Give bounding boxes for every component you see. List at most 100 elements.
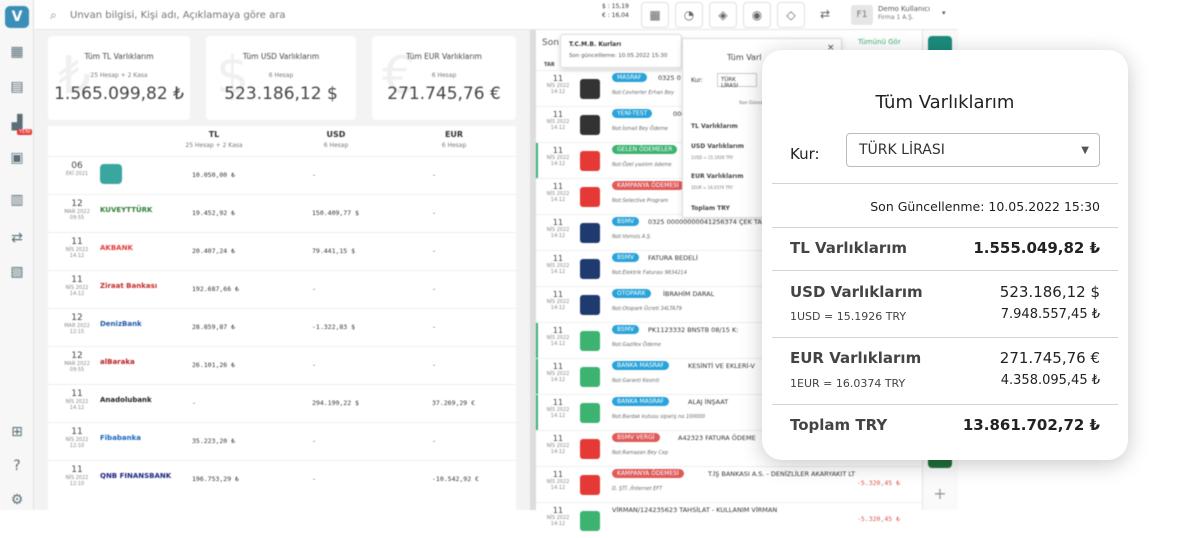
- transaction-note: Not:Cevherler Erhan Bey: [612, 90, 675, 96]
- date-time: 14:12: [550, 521, 566, 527]
- category-tag[interactable]: MASRAF: [612, 73, 647, 82]
- row-date: 11 NİS 2022 14:12: [56, 275, 98, 297]
- currency-label: Kur:: [790, 145, 820, 163]
- category-tag[interactable]: BSMV: [612, 253, 640, 262]
- date-day: 12: [71, 199, 83, 209]
- dashboard-icon[interactable]: ▦: [7, 42, 27, 62]
- mini-row-label: EUR Varlıklarım: [691, 173, 744, 180]
- see-all-link[interactable]: Tümünü Gör: [858, 38, 901, 46]
- category-tag[interactable]: YENİ-TEST: [612, 109, 653, 118]
- row-date: 11 NİS 2022 14:12: [540, 326, 576, 347]
- table-row[interactable]: 12 MAR 2022 12:15 DenizBank 28.859,87 ₺ -1.32…: [48, 308, 516, 345]
- usd-cell: -: [312, 475, 316, 483]
- usd-cell: -1.322,83 $: [312, 323, 356, 331]
- table-row[interactable]: 12 MAR 2022 09:55 alBaraka 26.101,26 ₺ - -: [48, 346, 516, 383]
- bank-icon: [580, 259, 600, 279]
- date-time: 14:12: [550, 161, 566, 167]
- category-tag[interactable]: GELEN ÖDEMELER: [612, 145, 678, 154]
- eur-cell: -: [432, 437, 436, 445]
- transaction-note: Not:Gazifex Ödeme: [612, 342, 661, 348]
- category-tag[interactable]: KAMPANYA ÖDEMESİ: [612, 181, 684, 190]
- table-row[interactable]: 11 NİS 2022 12:10 Fibabanka 35.223,20 ₺ - -: [48, 422, 516, 459]
- help-icon[interactable]: ?: [7, 456, 27, 476]
- row-date: 11 NİS 2022 12:10: [56, 465, 98, 487]
- date-day: 11: [71, 389, 83, 399]
- bank-icon: [580, 115, 600, 135]
- bank-logo: KUVEYTTÜRK: [100, 206, 153, 214]
- table-row[interactable]: 12 MAR 2022 09:55 KUVEYTTÜRK 19.452,92 ₺ 150.…: [48, 194, 516, 231]
- table-row[interactable]: 06 EKİ 2021 10.050,00 ₺ - -: [48, 156, 516, 193]
- report-icon[interactable]: ▧: [7, 262, 27, 282]
- category-tag[interactable]: KAMPANYA ÖDEMESİ: [612, 469, 684, 478]
- category-tag[interactable]: BSMV VERGİ: [612, 433, 660, 442]
- bank-icon: [580, 187, 600, 207]
- summary-card-tl[interactable]: ₺ Tüm TL Varlıklarım 25 Hesap + 2 Kasa 1…: [48, 36, 190, 120]
- badge-button[interactable]: ◇: [777, 2, 805, 28]
- date-day: 11: [552, 110, 564, 119]
- transaction-desc: A42323 FATURA ÖDEME: [678, 434, 756, 442]
- category-tag[interactable]: BANKA MASRAF: [612, 361, 670, 370]
- table-row[interactable]: 11 NİS 2022 14:12 Ziraat Bankası 192.687,66 …: [48, 270, 516, 307]
- date-time: 14:12: [69, 405, 85, 411]
- divider: [772, 270, 1118, 271]
- col-header-eur: EUR: [444, 130, 464, 139]
- usd-assets-label: USD Varlıklarım: [790, 283, 923, 301]
- date-time: 14:12: [550, 197, 566, 203]
- table-row[interactable]: 11 NİS 2022 14:12 Anadolubank - 294.199,22 $ 3…: [48, 384, 516, 421]
- app-logo[interactable]: V: [5, 6, 29, 28]
- transaction-amount: -5.320,45 ₺: [856, 479, 900, 487]
- mini-currency-select[interactable]: TÜRK LİRASI: [717, 73, 757, 89]
- user-avatar[interactable]: F1: [851, 5, 873, 25]
- eur-cell: -: [432, 171, 436, 179]
- date-day: 11: [552, 362, 564, 371]
- usd-cell: 294.199,22 $: [312, 399, 359, 407]
- transfer-button[interactable]: ⇄: [811, 2, 839, 28]
- invoice-icon[interactable]: ▤: [7, 77, 27, 97]
- last-updated: Son Güncellenme: 10.05.2022 15:30: [870, 199, 1100, 214]
- currency-select[interactable]: TÜRK LİRASI ▼: [846, 133, 1100, 167]
- summary-card-usd[interactable]: $ Tüm USD Varlıklarım 6 Hesap 523.186,12…: [206, 36, 356, 120]
- assets-summary-panel: Tüm Varlıklarım Kur: TÜRK LİRASI ▼ Son G…: [762, 50, 1128, 460]
- ledger-icon[interactable]: ▣: [7, 148, 27, 168]
- status-bar: [536, 395, 538, 430]
- eur-cell: -: [432, 209, 436, 217]
- gift-icon[interactable]: ⊞: [7, 422, 27, 442]
- date-time: 09:55: [69, 215, 85, 221]
- bank-logo: Fibabanka: [100, 434, 142, 442]
- chevron-down-icon[interactable]: ▾: [942, 9, 946, 17]
- currency-rates[interactable]: $ : 15,19 € : 16,04: [602, 2, 636, 28]
- col-header-tl: TL: [208, 130, 220, 139]
- usd-rate: 1USD = 15.1926 TRY: [790, 310, 907, 323]
- search-input[interactable]: [70, 5, 590, 25]
- table-row[interactable]: 11 NİS 2022 12:10 QNB FINANSBANK 196.753,29 …: [48, 460, 516, 497]
- exchange-icon[interactable]: ⇄: [7, 228, 27, 248]
- bank-logo: Anadolubank: [100, 396, 152, 404]
- category-tag[interactable]: BSMV: [612, 325, 640, 334]
- notification-button[interactable]: ◔: [675, 2, 703, 28]
- mini-row-label: TL Varlıklarım: [691, 123, 738, 130]
- summary-sub: 25 Hesap + 2 Kasa: [90, 72, 148, 79]
- row-date: 11 NİS 2022 14:12: [56, 237, 98, 259]
- chevron-down-icon[interactable]: ▼: [1081, 145, 1089, 156]
- pos-icon[interactable]: ▥: [7, 190, 27, 210]
- transaction-row[interactable]: 11 NİS 2022 14:12 KAMPANYA ÖDEMESİ T.İŞ BANK…: [536, 466, 922, 502]
- assets-table: TL 25 Hesap + 2 Kasa USD 6 Hesap EUR 6 H…: [48, 126, 516, 510]
- category-tag[interactable]: OTOPARK: [612, 289, 651, 298]
- transaction-note: D. ŞTİ. /İnternet EFT: [612, 486, 663, 492]
- bank-icon: [580, 403, 600, 423]
- settings-icon[interactable]: ⚙: [7, 490, 27, 510]
- user-name[interactable]: Demo Kullanıcı: [878, 5, 930, 13]
- calculator-button[interactable]: ▦: [641, 2, 669, 28]
- category-tag[interactable]: BSMV: [612, 217, 640, 226]
- usd-cell: 79.441,15 $: [312, 247, 356, 255]
- tl-cell: -: [192, 399, 196, 407]
- add-icon[interactable]: +: [928, 484, 952, 504]
- summary-card-eur[interactable]: € Tüm EUR Varlıklarım 6 Hesap 271.745,76…: [372, 36, 516, 120]
- category-tag[interactable]: BANKA MASRAF: [612, 397, 670, 406]
- tcmb-title: T.C.M.B. Kurları: [569, 41, 622, 48]
- shield-button[interactable]: ◈: [709, 2, 737, 28]
- transaction-row[interactable]: 11 NİS 2022 14:12 VİRMAN/124235623 TAHSİLAT…: [536, 502, 922, 538]
- user-check-button[interactable]: ◉: [743, 2, 771, 28]
- date-time: 14:12: [69, 291, 85, 297]
- table-row[interactable]: 11 NİS 2022 14:12 AKBANK 20.407,24 ₺ 79.441,1…: [48, 232, 516, 269]
